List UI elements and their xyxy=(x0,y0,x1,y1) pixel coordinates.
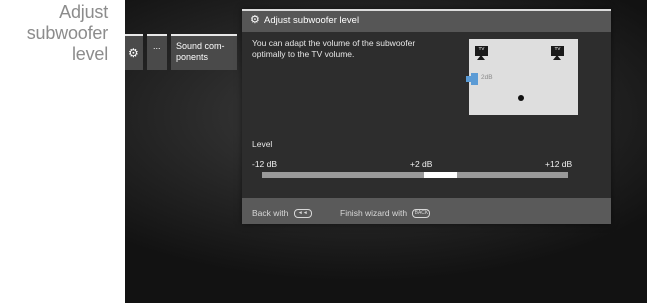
page-caption: Adjust subwoofer level xyxy=(0,2,108,65)
description-line-2: optimally to the TV volume. xyxy=(252,49,355,59)
level-slider[interactable] xyxy=(262,172,568,178)
dialog-title-bar: ⚙ Adjust subwoofer level xyxy=(242,9,611,32)
slider-min-label: -12 dB xyxy=(252,159,278,169)
subwoofer-speaker-icon xyxy=(466,73,478,85)
finish-hint-text: Finish wizard with xyxy=(340,208,408,218)
back-button-icon: BACK xyxy=(412,209,431,219)
menu-tile-more[interactable]: ... xyxy=(147,34,167,70)
back-hint: Back with ◄◄ xyxy=(252,208,312,219)
sound-components-label-line-1: Sound com- xyxy=(176,41,225,51)
level-label: Level xyxy=(252,139,273,149)
sound-components-label-line-2: ponents xyxy=(176,52,209,62)
gears-icon: ⚙ xyxy=(250,14,260,26)
back-hint-text: Back with xyxy=(252,208,289,218)
more-label: ... xyxy=(153,41,161,51)
tv-right-label: TV xyxy=(554,46,561,51)
slider-max-label: +12 dB xyxy=(545,159,573,169)
rewind-button-icon: ◄◄ xyxy=(293,209,312,219)
gear-icon: ⚙ xyxy=(128,46,139,60)
caption-line-1: Adjust xyxy=(59,2,108,22)
tv-screen: ⚙ ... Sound com- ponents ⚙ Adjust subwoo… xyxy=(125,0,647,303)
slider-current-label: +2 dB xyxy=(410,159,433,169)
dialog-title: Adjust subwoofer level xyxy=(264,15,360,26)
tv-speaker-right-icon: TV xyxy=(551,46,564,60)
dialog-body: You can adapt the volume of the subwoofe… xyxy=(242,32,611,198)
sound-components-label: Sound com- ponents xyxy=(176,41,225,63)
room-diagram: TV TV 2dB xyxy=(466,39,578,115)
listener-position-icon xyxy=(518,95,524,101)
subwoofer-dialog: ⚙ Adjust subwoofer level You can adapt t… xyxy=(242,9,611,224)
level-slider-thumb[interactable] xyxy=(424,172,457,178)
menu-tile-sound-components[interactable]: Sound com- ponents xyxy=(171,34,237,70)
menu-tile-settings[interactable]: ⚙ xyxy=(125,34,143,70)
tv-left-label: TV xyxy=(478,46,485,51)
dialog-description: You can adapt the volume of the subwoofe… xyxy=(252,38,472,60)
description-line-1: You can adapt the volume of the subwoofe… xyxy=(252,38,416,48)
caption-line-3: level xyxy=(71,44,108,64)
tv-speaker-left-icon: TV xyxy=(475,46,488,60)
caption-line-2: subwoofer xyxy=(26,23,108,43)
finish-hint: Finish wizard with BACK xyxy=(340,208,431,219)
subwoofer-level-label: 2dB xyxy=(481,74,493,81)
